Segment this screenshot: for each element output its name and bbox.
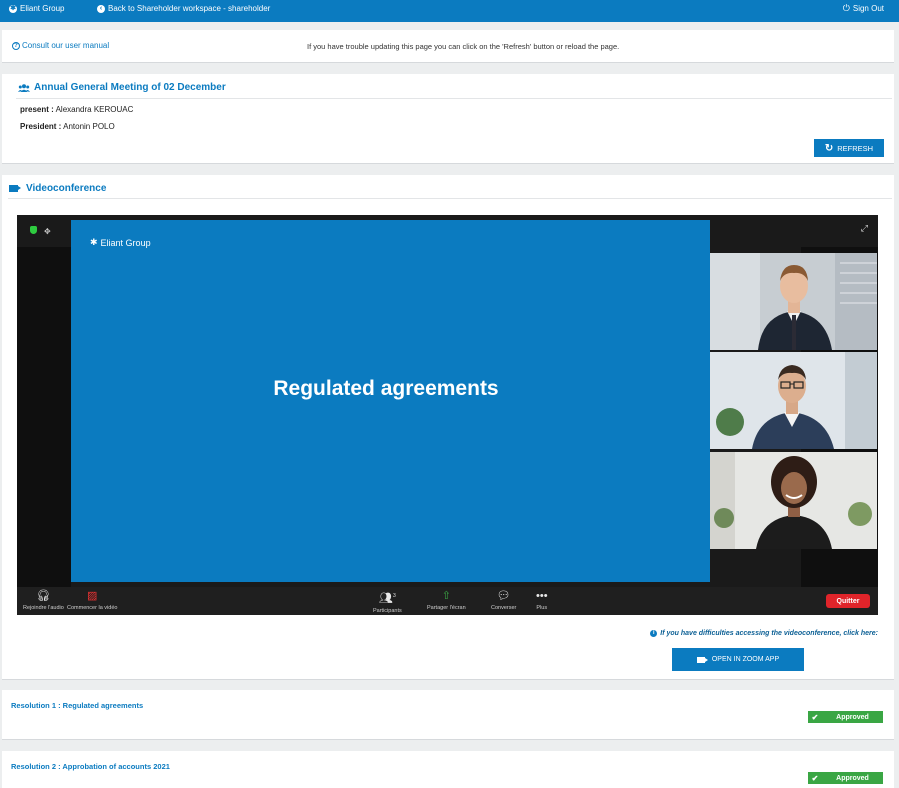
- brand-logo-icon: ✱: [9, 4, 17, 13]
- status-label: Approved: [836, 713, 869, 721]
- refresh-icon: ↻: [824, 142, 834, 154]
- open-in-zoom-button[interactable]: OPEN IN ZOOM APP: [672, 648, 804, 671]
- videoconference-card: Videoconference ✥ ⤢ ✱ Eliant Group Regul…: [2, 175, 894, 680]
- top-bar: ✱ Eliant Group ‹ Back to Shareholder wor…: [0, 0, 899, 22]
- security-shield-icon: [30, 226, 37, 234]
- status-badge: ✔ Approved: [808, 772, 883, 784]
- chat-label: Converser: [491, 605, 517, 611]
- resolution-title: Resolution 2 : Approbation of accounts 2…: [11, 762, 170, 771]
- chat-button[interactable]: 💬︎ Converser: [491, 590, 516, 611]
- participants-button[interactable]: 👥︎3 Participants: [373, 590, 402, 614]
- sign-out-label: Sign Out: [852, 4, 884, 13]
- resolution-card-1: Resolution 1 : Regulated agreements ✔ Ap…: [2, 690, 894, 740]
- brand: ✱ Eliant Group: [9, 4, 64, 13]
- arrow-left-icon: ‹: [97, 4, 105, 13]
- divider: [16, 98, 892, 99]
- check-icon: ✔: [811, 773, 819, 783]
- fullscreen-icon[interactable]: ⤢: [861, 223, 868, 234]
- check-icon: ✔: [811, 712, 819, 722]
- more-button[interactable]: ••• Plus: [536, 590, 548, 611]
- meeting-title: Annual General Meeting of 02 December: [18, 82, 226, 93]
- share-screen-label: Partager l'écran: [427, 605, 466, 611]
- refresh-button[interactable]: ↻ REFRESH: [814, 139, 884, 157]
- divider: [8, 198, 892, 199]
- president-row: President : Antonin POLO: [20, 122, 115, 131]
- slide-brand-text: Eliant Group: [100, 237, 151, 248]
- share-screen-button[interactable]: ⇧ Partager l'écran: [427, 590, 466, 611]
- present-label: present :: [20, 105, 54, 114]
- user-manual-label: Consult our user manual: [22, 41, 110, 50]
- meeting-title-text: Annual General Meeting of 02 December: [34, 82, 226, 93]
- power-icon: ⏻: [842, 3, 850, 13]
- user-manual-link[interactable]: ? Consult our user manual: [12, 41, 109, 50]
- participant-video-3: [710, 452, 877, 549]
- participants-label: Participants: [373, 607, 402, 614]
- present-value: Alexandra KEROUAC: [55, 105, 134, 114]
- difficulty-note-text: If you have difficulties accessing the v…: [660, 630, 878, 637]
- back-label: Back to Shareholder workspace - sharehol…: [108, 4, 271, 13]
- meeting-card: Annual General Meeting of 02 December pr…: [2, 74, 894, 164]
- resolution-title: Resolution 1 : Regulated agreements: [11, 701, 144, 710]
- view-grid-icon[interactable]: ✥: [44, 227, 51, 236]
- status-badge: ✔ Approved: [808, 711, 883, 723]
- chat-icon: 💬︎: [496, 590, 511, 602]
- video-camera-icon: [696, 656, 708, 663]
- video-camera-icon: [9, 185, 21, 192]
- videoconference-title: Videoconference: [9, 183, 106, 194]
- left-panel: [17, 247, 71, 587]
- zoom-toolbar: 🎧︎ Rejoindre l'audio ▨ Commencer la vidé…: [17, 587, 878, 615]
- brand-logo-icon: ✱: [90, 237, 98, 247]
- participants-icon: 👥︎3: [379, 592, 396, 605]
- zoom-meeting-window: ✥ ⤢ ✱ Eliant Group Regulated agreements: [17, 215, 878, 615]
- start-video-button[interactable]: ▨ Commencer la vidéo: [67, 590, 117, 611]
- more-label: Plus: [536, 605, 548, 611]
- present-row: present : Alexandra KEROUAC: [20, 105, 133, 114]
- share-screen-icon: ⇧: [441, 590, 451, 602]
- shared-slide: ✱ Eliant Group Regulated agreements: [71, 220, 710, 582]
- videoconference-title-text: Videoconference: [26, 183, 107, 194]
- refresh-note: If you have trouble updating this page y…: [307, 42, 620, 51]
- president-label: President :: [20, 122, 62, 131]
- difficulty-note: i If you have difficulties accessing the…: [650, 630, 878, 637]
- start-video-label: Commencer la vidéo: [67, 605, 118, 611]
- sign-out-link[interactable]: ⏻ Sign Out: [843, 3, 884, 14]
- participants-count: 3: [392, 593, 396, 599]
- status-label: Approved: [836, 774, 869, 782]
- join-audio-label: Rejoindre l'audio: [23, 605, 64, 611]
- slide-caption: Regulated agreements: [273, 377, 499, 400]
- video-off-icon: ▨: [87, 590, 98, 602]
- open-in-zoom-label: OPEN IN ZOOM APP: [711, 656, 780, 663]
- help-card: ? Consult our user manual If you have tr…: [2, 30, 894, 63]
- participant-video-1: [710, 253, 877, 350]
- president-value: Antonin POLO: [63, 122, 115, 131]
- slide-brand: ✱ Eliant Group: [90, 237, 151, 248]
- users-icon: [18, 83, 30, 92]
- refresh-button-label: REFRESH: [837, 143, 874, 153]
- join-audio-button[interactable]: 🎧︎ Rejoindre l'audio: [23, 590, 64, 611]
- info-icon: i: [650, 630, 658, 637]
- more-icon: •••: [536, 590, 548, 602]
- quit-button[interactable]: Quitter: [826, 594, 870, 608]
- question-icon: ?: [12, 41, 20, 50]
- headphones-icon: 🎧︎: [36, 590, 51, 602]
- participant-video-2: [710, 352, 877, 449]
- back-to-workspace-link[interactable]: ‹ Back to Shareholder workspace - shareh…: [97, 4, 270, 13]
- resolution-card-2: Resolution 2 : Approbation of accounts 2…: [2, 751, 894, 788]
- brand-name: Eliant Group: [20, 4, 65, 13]
